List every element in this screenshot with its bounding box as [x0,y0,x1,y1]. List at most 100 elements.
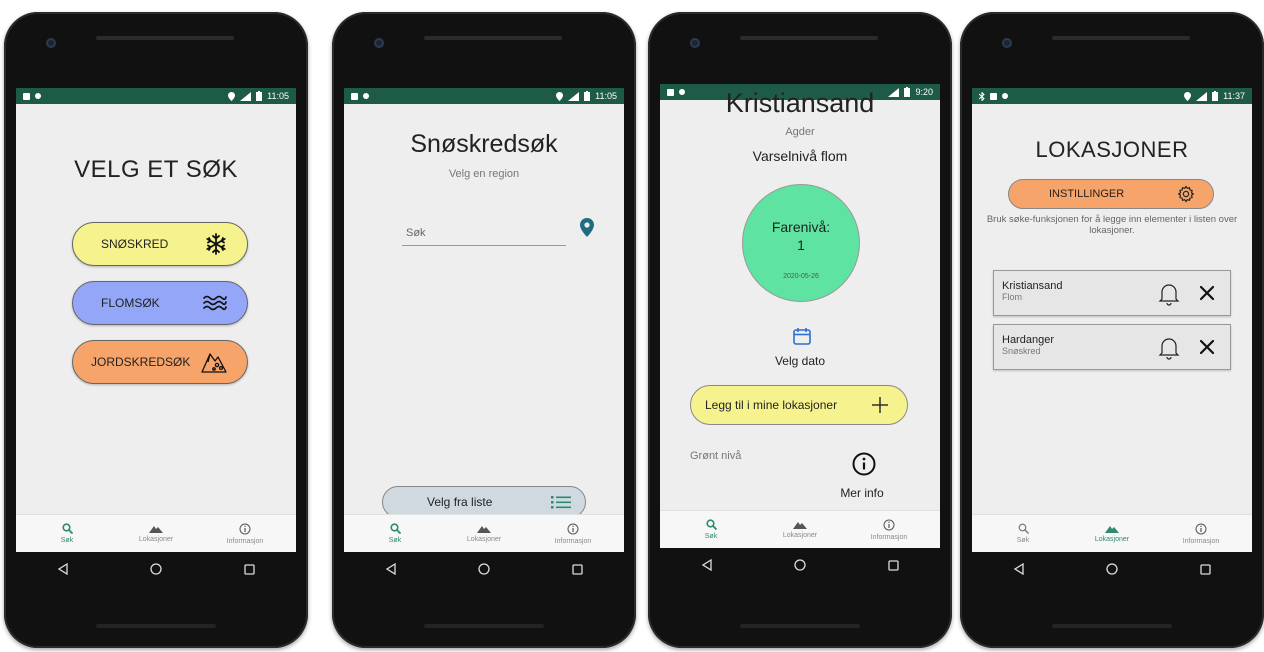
recents-icon[interactable] [888,559,899,571]
nav-item-sok[interactable]: Søk [988,515,1058,552]
earpiece-speaker [740,36,878,40]
nav-item-sok[interactable]: Søk [360,515,430,552]
jordskredsok-button[interactable]: JORDSKREDSØK [72,340,248,384]
bottom-speaker [740,624,860,628]
signal-icon [568,91,580,101]
notification-icon [23,92,30,100]
recents-icon[interactable] [244,563,255,575]
bluetooth-icon [979,91,985,101]
screen-lokasjoner: 11:37 LOKASJONER INSTILLINGER Bruk søke-… [972,88,1252,552]
danger-level-indicator: Farenivå: 1 2020-05-26 [742,184,860,302]
nav-label-sok: Søk [388,537,402,544]
info-icon [1195,523,1207,534]
nav-item-lokasjoner[interactable]: Lokasjoner [121,515,191,552]
nav-label-sok: Søk [704,533,718,540]
earpiece-speaker [1052,36,1190,40]
info-circle-icon[interactable] [852,452,876,476]
main-content: LOKASJONER INSTILLINGER Bruk søke-funksj… [972,104,1252,514]
battery-icon [1212,91,1219,101]
settings-button-label: INSTILLINGER [1049,188,1125,200]
landslide-icon [201,351,227,373]
snoskred-button[interactable]: SNØSKRED [72,222,248,266]
home-icon[interactable] [794,559,807,571]
screen-snoskredsok: 11:05 Snøskredsøk Velg en region Velg fr… [344,88,624,552]
back-icon[interactable] [701,559,713,571]
nav-item-sok[interactable]: Søk [32,515,102,552]
bottom-speaker [424,624,544,628]
mountain-icon [1105,526,1119,533]
nav-label-informasjon: Informasjon [554,537,592,545]
notification-icon [990,92,997,100]
nav-item-lokasjoner[interactable]: Lokasjoner [765,511,835,548]
location-icon [228,91,236,101]
location-pin-icon[interactable] [580,218,594,237]
notification-dot-icon [363,93,369,99]
home-icon[interactable] [150,563,163,575]
close-icon[interactable] [1198,284,1216,302]
status-bar: 11:05 [16,88,296,104]
nav-label-informasjon: Informasjon [870,533,908,541]
settings-button[interactable]: INSTILLINGER [1008,179,1214,209]
page-title: Snøskredsøk [410,130,558,158]
battery-icon [584,91,591,101]
recents-icon[interactable] [572,563,583,575]
add-to-my-locations-button[interactable]: Legg til i mine lokasjoner [690,385,908,425]
more-info-label[interactable]: Mer info [832,486,892,500]
gear-icon [1177,185,1195,203]
nav-item-informasjon[interactable]: Informasjon [210,515,280,552]
mountain-icon [793,522,807,529]
nav-item-lokasjoner[interactable]: Lokasjoner [449,515,519,552]
phone-frame-4: 11:37 LOKASJONER INSTILLINGER Bruk søke-… [960,12,1264,648]
danger-level-value: 1 [797,237,805,253]
nav-item-informasjon[interactable]: Informasjon [538,515,608,552]
nav-label-sok: Søk [1016,537,1030,544]
mountain-icon [477,526,491,533]
home-icon[interactable] [478,563,491,575]
info-icon [567,523,579,534]
waves-icon [203,294,227,312]
earpiece-speaker [96,36,234,40]
snowflake-icon [205,233,227,255]
info-icon [883,519,895,530]
back-icon[interactable] [1013,563,1025,575]
bottom-speaker [96,624,216,628]
location-card-name: Hardanger [1002,334,1054,346]
home-icon[interactable] [1106,563,1119,575]
bell-icon[interactable] [1158,336,1180,360]
location-name: Kristiansand [725,88,875,118]
flomsok-button-label: FLOMSØK [101,296,160,310]
plus-icon [872,397,888,413]
recents-icon[interactable] [1200,563,1211,575]
nav-label-informasjon: Informasjon [1182,537,1220,545]
location-card-kristiansand[interactable]: Kristiansand Flom [993,270,1231,316]
nav-label-lokasjoner: Lokasjoner [1094,536,1130,543]
close-icon[interactable] [1198,338,1216,356]
nav-item-informasjon[interactable]: Informasjon [854,511,924,548]
back-icon[interactable] [57,563,69,575]
earpiece-speaker [424,36,562,40]
search-input[interactable] [402,220,566,246]
system-navigation-bar [16,552,296,586]
search-icon [389,523,401,534]
calendar-icon[interactable] [792,326,812,346]
notification-dot-icon [1002,93,1008,99]
phone-frame-3: 9:20 Kristiansand Agder Varselnivå flom … [648,12,952,648]
nav-item-informasjon[interactable]: Informasjon [1166,515,1236,552]
system-navigation-bar [972,552,1252,586]
nav-item-sok[interactable]: Søk [676,511,746,548]
flomsok-button[interactable]: FLOMSØK [72,281,248,325]
choose-from-list-label: Velg fra liste [427,495,493,509]
location-card-type: Snøskred [1002,346,1041,356]
system-navigation-bar [344,552,624,586]
bell-icon[interactable] [1158,282,1180,306]
level-description: Grønt nivå [690,450,742,462]
list-icon [551,496,571,509]
nav-label-lokasjoner: Lokasjoner [466,536,502,543]
nav-item-lokasjoner[interactable]: Lokasjoner [1077,515,1147,552]
location-card-hardanger[interactable]: Hardanger Snøskred [993,324,1231,370]
back-icon[interactable] [385,563,397,575]
choose-date-label[interactable]: Velg dato [660,354,940,368]
main-content: VELG ET SØK SNØSKRED FLOMSØK JORDSKREDSØ… [16,104,296,514]
add-to-my-locations-label: Legg til i mine lokasjoner [705,398,838,412]
battery-icon [256,91,263,101]
